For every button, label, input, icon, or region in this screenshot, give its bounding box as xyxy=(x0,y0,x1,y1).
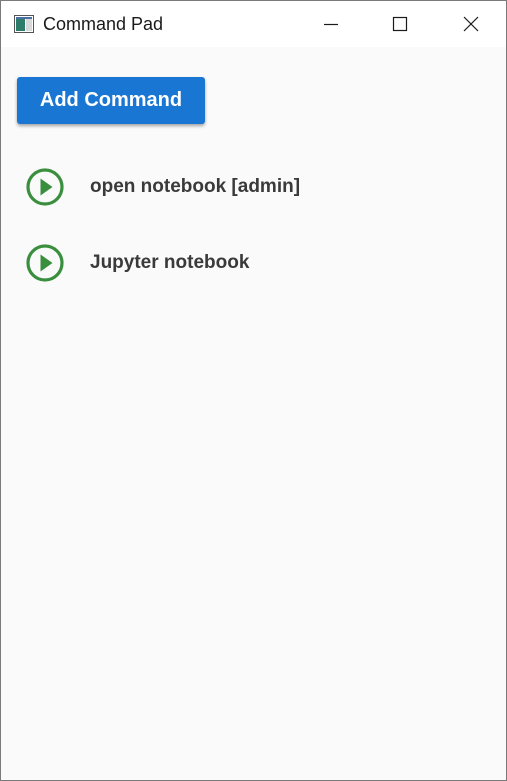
maximize-button[interactable] xyxy=(366,1,434,47)
maximize-icon xyxy=(392,16,408,32)
title-bar[interactable]: Command Pad xyxy=(1,1,506,47)
close-button[interactable] xyxy=(437,1,505,47)
app-window-icon xyxy=(14,15,34,33)
play-circle-icon[interactable] xyxy=(25,243,65,283)
minimize-icon xyxy=(324,23,338,26)
play-circle-icon[interactable] xyxy=(25,167,65,207)
main-content: Add Command open notebook [admin] Jupyte… xyxy=(1,47,506,780)
minimize-button[interactable] xyxy=(297,1,365,47)
command-item[interactable]: open notebook [admin] xyxy=(1,163,506,239)
close-icon xyxy=(463,16,479,32)
add-command-button[interactable]: Add Command xyxy=(17,77,205,124)
app-window: Command Pad Add Command open notebook [a… xyxy=(0,0,507,781)
command-item[interactable]: Jupyter notebook xyxy=(1,239,506,315)
window-title: Command Pad xyxy=(43,14,164,34)
command-label: open notebook [admin] xyxy=(90,176,301,197)
command-label: Jupyter notebook xyxy=(90,252,250,273)
command-list: open notebook [admin] Jupyter notebook xyxy=(1,163,506,315)
